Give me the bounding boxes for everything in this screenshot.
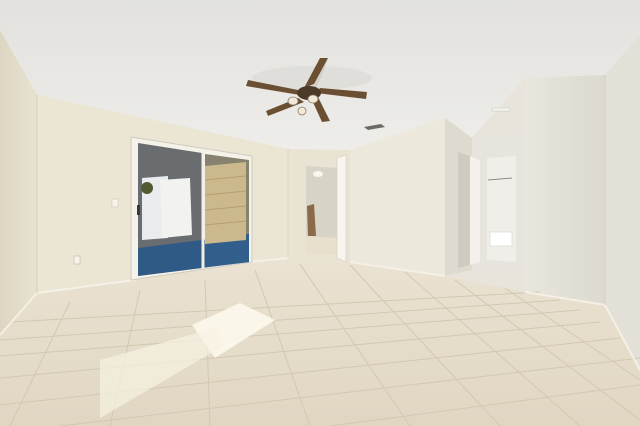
room-photo [0, 0, 640, 426]
wood-paneling [205, 162, 246, 244]
hallway-floor [306, 236, 338, 254]
interior-door [336, 154, 347, 263]
light-switch [111, 198, 119, 208]
room-illustration [0, 0, 640, 426]
wall-outlet [73, 255, 81, 265]
right-wall-inner [525, 75, 605, 305]
fan-light-3 [297, 106, 307, 116]
fan-light-1 [287, 96, 299, 106]
fan-light-2 [307, 94, 319, 104]
right-door [470, 156, 480, 265]
right-doorway [458, 152, 470, 268]
hanging-plant [141, 182, 153, 194]
door-handle [137, 205, 140, 215]
ceiling-sensor [491, 107, 511, 112]
hallway-light [313, 171, 323, 177]
bathroom-fixture [489, 231, 513, 247]
arched-window [160, 178, 192, 238]
